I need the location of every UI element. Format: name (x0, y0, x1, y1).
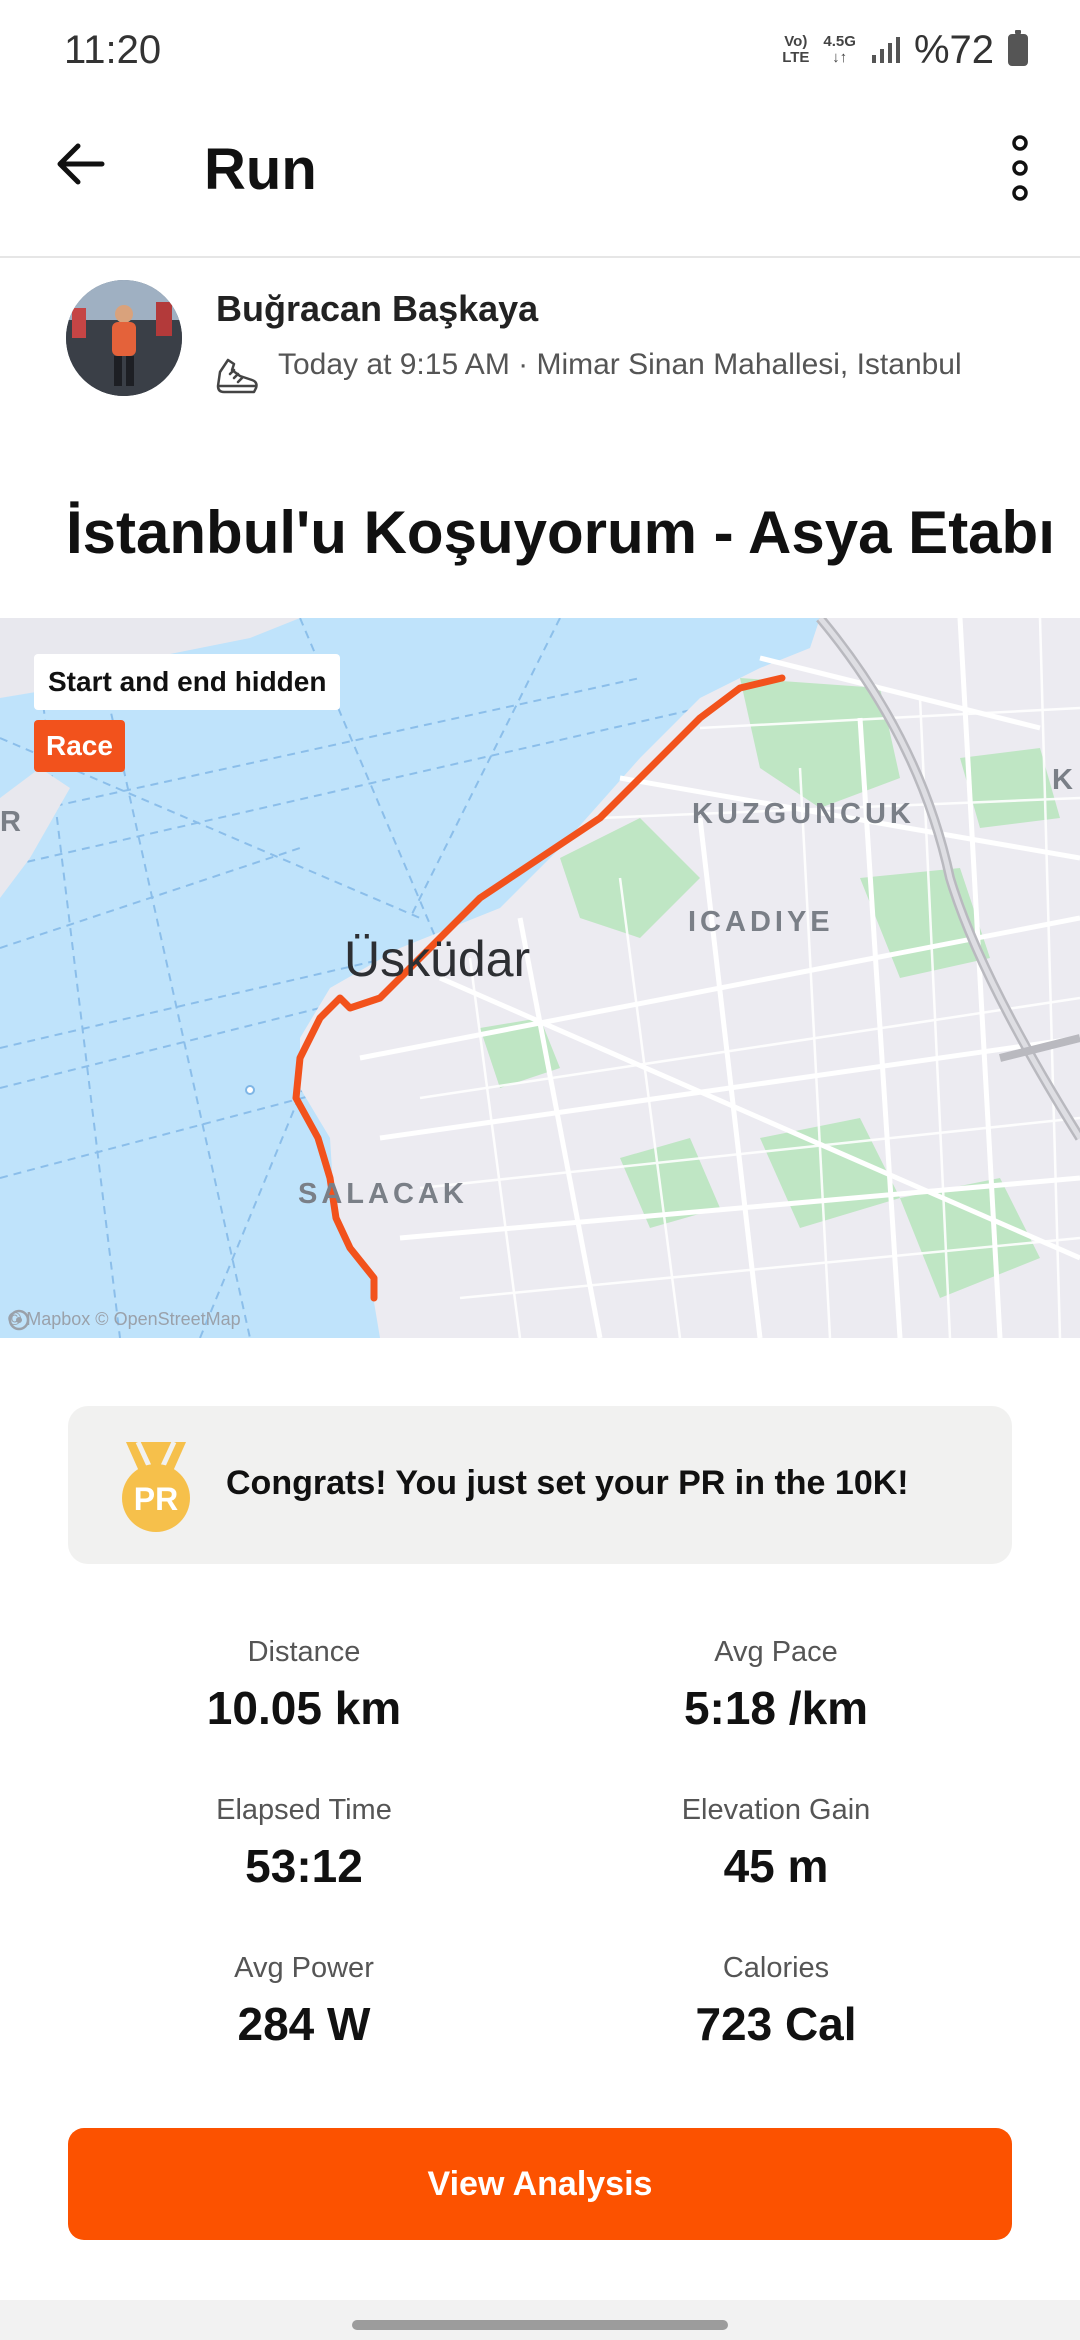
stat-label: Avg Power (234, 1952, 374, 1984)
map-place-label: ICADIYE (688, 906, 834, 938)
signal-icon (871, 37, 900, 63)
stat-distance: Distance 10.05 km (94, 1636, 514, 1735)
stat-elapsed-time: Elapsed Time 53:12 (94, 1794, 514, 1893)
map-place-label: K (1052, 764, 1073, 796)
arrow-left-icon (57, 143, 105, 185)
map-place-label: SALACAK (298, 1178, 468, 1210)
status-time: 11:20 (64, 28, 162, 72)
stat-value: 284 W (237, 1998, 371, 2050)
map-city-label: Üsküdar (344, 931, 531, 987)
pr-message: Congrats! You just set your PR in the 10… (226, 1464, 909, 1502)
stat-value: 10.05 km (206, 1682, 402, 1734)
stat-elevation-gain: Elevation Gain 45 m (566, 1794, 986, 1893)
back-button[interactable] (44, 128, 116, 200)
running-shoe-icon (216, 358, 258, 394)
home-indicator[interactable] (352, 2320, 728, 2330)
view-analysis-button[interactable]: View Analysis (68, 2128, 1012, 2240)
status-bar: 11:20 Vo) LTE 4.5G ↓↑ %72 (0, 0, 1080, 100)
more-vertical-icon (1012, 135, 1028, 201)
volte-indicator: Vo) LTE (782, 33, 810, 66)
stat-value: 45 m (723, 1840, 829, 1892)
stat-avg-power: Avg Power 284 W (94, 1952, 514, 2051)
map-place-label: KUZGUNCUK (692, 798, 915, 830)
status-icons: Vo) LTE 4.5G ↓↑ %72 (782, 26, 1028, 74)
more-options-button[interactable] (984, 124, 1056, 212)
stat-label: Avg Pace (714, 1636, 838, 1668)
stat-value: 53:12 (245, 1840, 363, 1892)
stat-value: 5:18 /km (683, 1682, 869, 1734)
map-place-label: R (0, 806, 21, 838)
privacy-label: Start and end hidden (34, 654, 341, 710)
athlete-header: Buğracan Başkaya Today at 9:15 AM · Mima… (0, 262, 1080, 432)
avatar-photo (66, 280, 182, 396)
map-attribution[interactable]: © Mapbox © OpenStreetMap (8, 1309, 241, 1331)
attribution-text: © Mapbox © OpenStreetMap (8, 1309, 241, 1329)
page-title: Run (204, 137, 317, 202)
route-map[interactable]: Start and end hidden Race KUZGUNCUK ICAD… (0, 618, 1080, 1338)
map-canvas (0, 618, 1080, 1338)
avatar[interactable] (66, 280, 182, 396)
battery-percent: %72 (913, 27, 994, 72)
activity-title: İstanbul'u Koşuyorum - Asya Etabı (66, 499, 1055, 566)
stat-value: 723 Cal (695, 1998, 857, 2050)
system-navigation-bar (0, 2300, 1080, 2340)
stat-label: Distance (247, 1636, 361, 1668)
activity-meta: Today at 9:15 AM · Mimar Sinan Mahallesi… (278, 348, 962, 381)
pr-medal-icon: PR (122, 1440, 190, 1532)
pr-badge-text: PR (134, 1481, 178, 1517)
athlete-name[interactable]: Buğracan Başkaya (216, 288, 538, 330)
mapbox-logo-icon (8, 1309, 30, 1331)
network-type-indicator: 4.5G ↓↑ (823, 33, 856, 66)
stat-label: Elevation Gain (681, 1794, 871, 1826)
stat-label: Elapsed Time (216, 1794, 392, 1826)
battery-icon (1008, 30, 1028, 66)
stat-calories: Calories 723 Cal (566, 1952, 986, 2051)
stat-avg-pace: Avg Pace 5:18 /km (566, 1636, 986, 1735)
pr-card[interactable]: PR Congrats! You just set your PR in the… (68, 1406, 1012, 1564)
race-badge: Race (34, 720, 125, 772)
app-bar: Run (0, 100, 1080, 258)
stat-label: Calories (722, 1952, 830, 1984)
